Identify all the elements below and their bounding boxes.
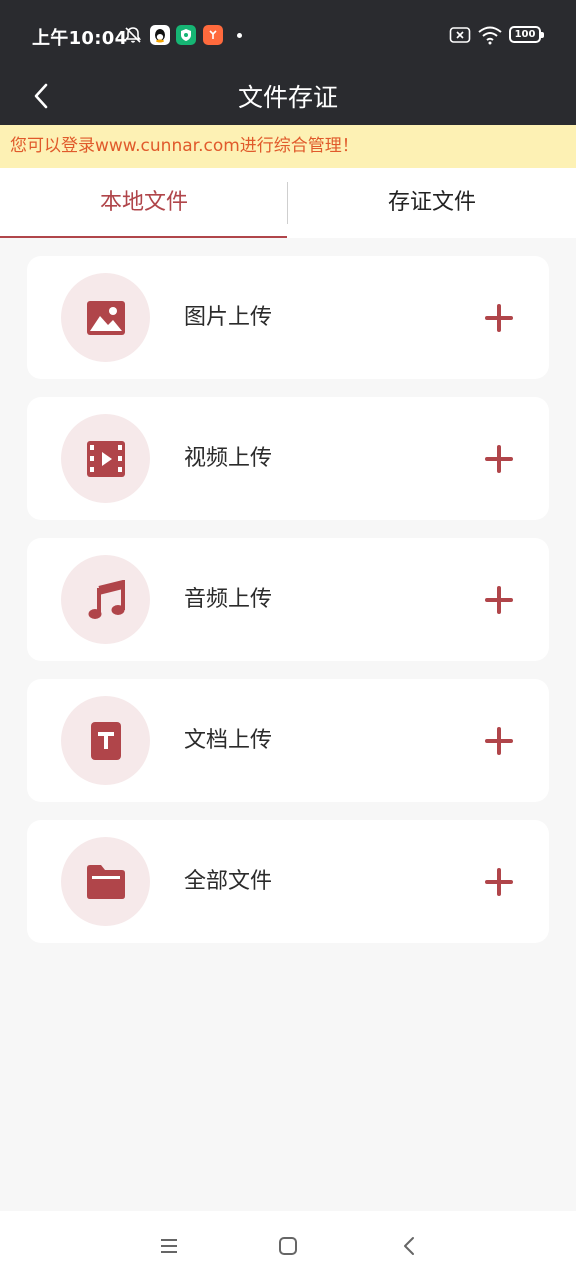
active-tab-indicator — [0, 236, 287, 238]
title-bar: 文件存证 — [0, 70, 576, 125]
status-bar: 上午10:04 100 — [0, 0, 576, 70]
page-title: 文件存证 — [237, 83, 338, 112]
notification-dot — [237, 33, 242, 38]
document-icon-badge — [61, 696, 150, 785]
sim-no-service-icon — [449, 24, 471, 46]
document-upload-card[interactable]: 文档上传 — [27, 679, 549, 802]
system-nav-bar — [0, 1211, 576, 1280]
video-upload-card[interactable]: 视频上传 — [27, 397, 549, 520]
folder-icon — [86, 864, 125, 899]
notice-banner: 您可以登录www.cunnar.com进行综合管理！ — [0, 125, 576, 168]
folder-icon-badge — [61, 837, 150, 926]
plus-icon[interactable] — [485, 866, 517, 898]
audio-upload-label: 音频上传 — [184, 587, 273, 612]
orange-app-icon — [203, 24, 223, 46]
film-icon — [86, 440, 125, 477]
plus-icon[interactable] — [485, 725, 517, 757]
wifi-icon — [477, 24, 503, 46]
all-files-card[interactable]: 全部文件 — [27, 820, 549, 943]
tab-evidence-files[interactable]: 存证文件 — [288, 168, 576, 238]
plus-icon[interactable] — [485, 443, 517, 475]
image-upload-card[interactable]: 图片上传 — [27, 256, 549, 379]
plus-icon[interactable] — [485, 302, 517, 334]
tab-bar: 本地文件 存证文件 — [0, 168, 576, 238]
status-time: 上午10:04 — [32, 28, 128, 49]
qq-app-icon — [150, 24, 170, 46]
all-files-label: 全部文件 — [184, 869, 273, 894]
shield-app-icon — [176, 24, 196, 46]
menu-icon[interactable] — [156, 1233, 182, 1259]
home-square-icon[interactable] — [275, 1233, 301, 1259]
back-chevron-icon[interactable] — [396, 1233, 422, 1259]
text-document-icon — [90, 721, 121, 760]
tab-local-files[interactable]: 本地文件 — [0, 168, 288, 238]
image-icon — [86, 300, 125, 335]
image-icon-badge — [61, 273, 150, 362]
film-icon-badge — [61, 414, 150, 503]
image-upload-label: 图片上传 — [184, 305, 273, 330]
document-upload-label: 文档上传 — [184, 728, 273, 753]
audio-upload-card[interactable]: 音频上传 — [27, 538, 549, 661]
battery-icon: 100 — [509, 26, 544, 43]
music-icon-badge — [61, 555, 150, 644]
video-upload-label: 视频上传 — [184, 446, 273, 471]
mute-bell-icon — [122, 24, 144, 46]
plus-icon[interactable] — [485, 584, 517, 616]
music-note-icon — [88, 579, 125, 619]
